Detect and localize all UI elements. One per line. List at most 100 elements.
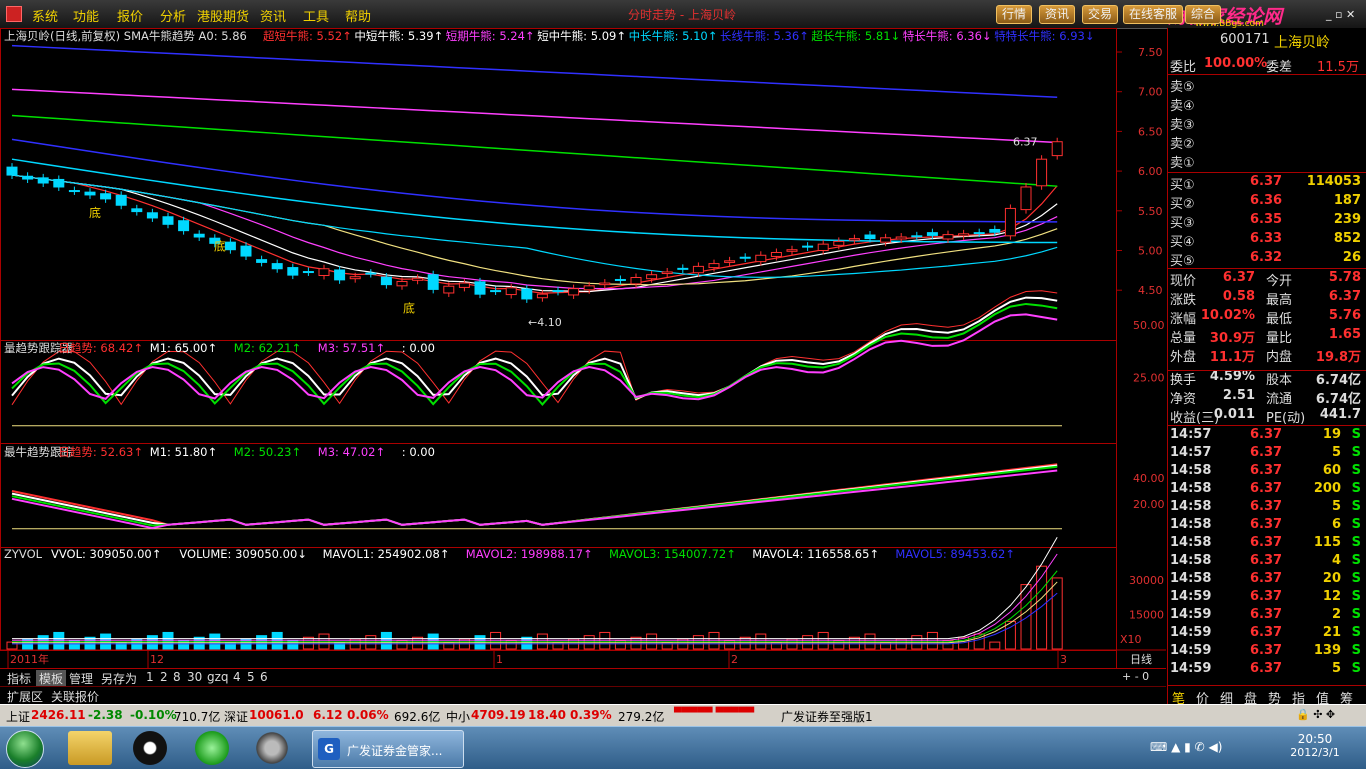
candle-body bbox=[380, 276, 392, 286]
candle-body bbox=[6, 166, 18, 176]
menu-item-2[interactable]: 报价 bbox=[117, 6, 143, 25]
menu-item-5[interactable]: 资讯 bbox=[260, 6, 286, 25]
menu-item-4[interactable]: 港股期货 bbox=[197, 6, 249, 25]
tab-10[interactable]: 5 bbox=[244, 670, 258, 684]
broker-name: 广发证券至强版1 bbox=[781, 710, 873, 724]
related-quote-tab[interactable]: 关联报价 bbox=[48, 688, 102, 705]
sell-level-row[interactable]: 卖⑤ bbox=[1168, 76, 1366, 95]
volume-bar bbox=[380, 631, 392, 650]
stat-row: 净资 2.51 流通 6.74亿 bbox=[1168, 388, 1366, 407]
tick-volume: 6 bbox=[1331, 517, 1341, 532]
panel4-param-3: MAVOL1: 254902.08↑ bbox=[323, 547, 450, 561]
stat-value-2: 1.65 bbox=[1328, 327, 1361, 342]
main_panel-param-2: 短期牛熊: 5.24↑ bbox=[446, 29, 535, 43]
taskbar-task-gf[interactable]: G 广发证券金管家... bbox=[312, 730, 464, 768]
tab-3[interactable]: 另存为 bbox=[98, 670, 140, 687]
top-button-2[interactable]: 交易 bbox=[1082, 5, 1119, 24]
tick-time: 14:58 bbox=[1170, 535, 1212, 550]
top-button-0[interactable]: 行情 bbox=[996, 5, 1033, 24]
sell-level-row[interactable]: 卖③ bbox=[1168, 114, 1366, 133]
candle-body bbox=[692, 265, 704, 274]
stat-label: 涨幅 bbox=[1170, 312, 1197, 327]
tab-6[interactable]: 8 bbox=[170, 670, 184, 684]
buy-volume: 26 bbox=[1342, 250, 1361, 265]
stat-label: 换手 bbox=[1170, 373, 1197, 388]
tab-1[interactable]: 模板 bbox=[36, 670, 67, 687]
qq-icon[interactable] bbox=[128, 731, 172, 765]
stat-row: 涨跌 0.58 最高 6.37 bbox=[1168, 289, 1366, 308]
media-player-icon[interactable] bbox=[250, 731, 294, 765]
tab-4[interactable]: 1 bbox=[143, 670, 157, 684]
tick-row: 14:58 6.37 6 S bbox=[1168, 517, 1366, 535]
stat-row: 换手 4.59% 股本 6.74亿 bbox=[1168, 369, 1366, 388]
tab-8[interactable]: gzq bbox=[204, 670, 232, 684]
menu-item-7[interactable]: 帮助 bbox=[345, 6, 371, 25]
sell-level-row[interactable]: 卖④ bbox=[1168, 95, 1366, 114]
candle-body bbox=[536, 293, 548, 299]
buy-level-row[interactable]: 买④ 6.33 852 bbox=[1168, 231, 1366, 250]
volume-bar bbox=[1020, 584, 1032, 650]
tick-volume: 5 bbox=[1331, 499, 1341, 514]
candle-body bbox=[833, 240, 845, 246]
sell-level-row[interactable]: 卖① bbox=[1168, 152, 1366, 171]
candle-body bbox=[474, 281, 486, 295]
tab-5[interactable]: 2 bbox=[157, 670, 171, 684]
candle-body bbox=[755, 254, 767, 263]
tab-0[interactable]: 指标 bbox=[4, 670, 34, 687]
menu-item-1[interactable]: 功能 bbox=[73, 6, 99, 25]
sell-label: 卖③ bbox=[1170, 118, 1195, 133]
buy-level-row[interactable]: 买③ 6.35 239 bbox=[1168, 212, 1366, 231]
bottom-marker: 底 bbox=[403, 300, 415, 315]
buy-level-row[interactable]: 买① 6.37 114053 bbox=[1168, 174, 1366, 193]
candle-body bbox=[178, 220, 190, 232]
stat-value-2: 6.37 bbox=[1328, 289, 1361, 304]
tab-bar-controls-icon[interactable]: + - 0 bbox=[1122, 670, 1149, 683]
stock-name: 上海贝岭 bbox=[1274, 35, 1330, 51]
main_panel-param-1: 中短牛熊: 5.39↑ bbox=[354, 29, 443, 43]
candle-body bbox=[724, 260, 736, 263]
top-button-3[interactable]: 在线客服 bbox=[1123, 5, 1184, 24]
vol-axis-label: 30000 bbox=[1129, 574, 1164, 587]
tray-icons[interactable]: ⌨ ▲ ▮ ✆ ◀) bbox=[1150, 740, 1222, 754]
candle-body bbox=[583, 285, 595, 291]
candle-body bbox=[770, 251, 782, 257]
ext-area-tab[interactable]: 扩展区 bbox=[4, 688, 46, 705]
buy-label: 买④ bbox=[1170, 235, 1195, 250]
tick-time: 14:58 bbox=[1170, 463, 1212, 478]
zx-amount: 279.2亿 bbox=[618, 710, 665, 724]
tab-11[interactable]: 6 bbox=[257, 670, 271, 684]
tab-2[interactable]: 管理 bbox=[66, 670, 96, 687]
tab-7[interactable]: 30 bbox=[184, 670, 205, 684]
divider bbox=[1168, 370, 1366, 371]
panel4-param-2: VOLUME: 309050.00↓ bbox=[179, 547, 307, 561]
buy-level-row[interactable]: 买② 6.36 187 bbox=[1168, 193, 1366, 212]
sell-level-row[interactable]: 卖② bbox=[1168, 133, 1366, 152]
buy-price: 6.36 bbox=[1250, 193, 1283, 208]
kline-chart-area[interactable]: 7.50 7.00 6.50 6.00 5.50 5.00 4.50 50.00 25.00 40… bbox=[0, 28, 1166, 668]
quote-header: 600171 上海贝岭 bbox=[1168, 32, 1366, 51]
volume-bar bbox=[708, 631, 720, 650]
explorer-icon[interactable] bbox=[68, 731, 112, 765]
clock[interactable]: 20:50 2012/3/1 bbox=[1290, 732, 1340, 759]
candle-body bbox=[349, 276, 361, 280]
main_panel-param-3: 短中牛熊: 5.09↑ bbox=[537, 29, 626, 43]
tab-9[interactable]: 4 bbox=[230, 670, 244, 684]
menu-item-3[interactable]: 分析 bbox=[160, 6, 186, 25]
tick-volume: 21 bbox=[1322, 625, 1341, 640]
stat-value: 11.1万 bbox=[1209, 350, 1255, 365]
window-controls[interactable]: _ ▫ ✕ bbox=[1326, 8, 1355, 21]
ie-browser-icon[interactable] bbox=[190, 731, 234, 765]
menu-item-0[interactable]: 系统 bbox=[32, 6, 58, 25]
menu-item-6[interactable]: 工具 bbox=[303, 6, 329, 25]
start-button-icon[interactable] bbox=[6, 730, 44, 768]
tick-price: 6.37 bbox=[1250, 625, 1283, 640]
buy-level-row[interactable]: 买⑤ 6.32 26 bbox=[1168, 250, 1366, 269]
top-button-4[interactable]: 综合 bbox=[1185, 5, 1222, 24]
candle-body bbox=[630, 276, 642, 285]
main_panel-param-7: 特长牛熊: 6.36↓ bbox=[903, 29, 992, 43]
tick-time: 14:58 bbox=[1170, 481, 1212, 496]
status-icons[interactable]: 🔒 ✣ ✥ bbox=[1296, 708, 1335, 721]
top-button-1[interactable]: 资讯 bbox=[1039, 5, 1076, 24]
zx-change: 18.40 bbox=[528, 708, 566, 722]
tick-volume: 60 bbox=[1322, 463, 1341, 478]
